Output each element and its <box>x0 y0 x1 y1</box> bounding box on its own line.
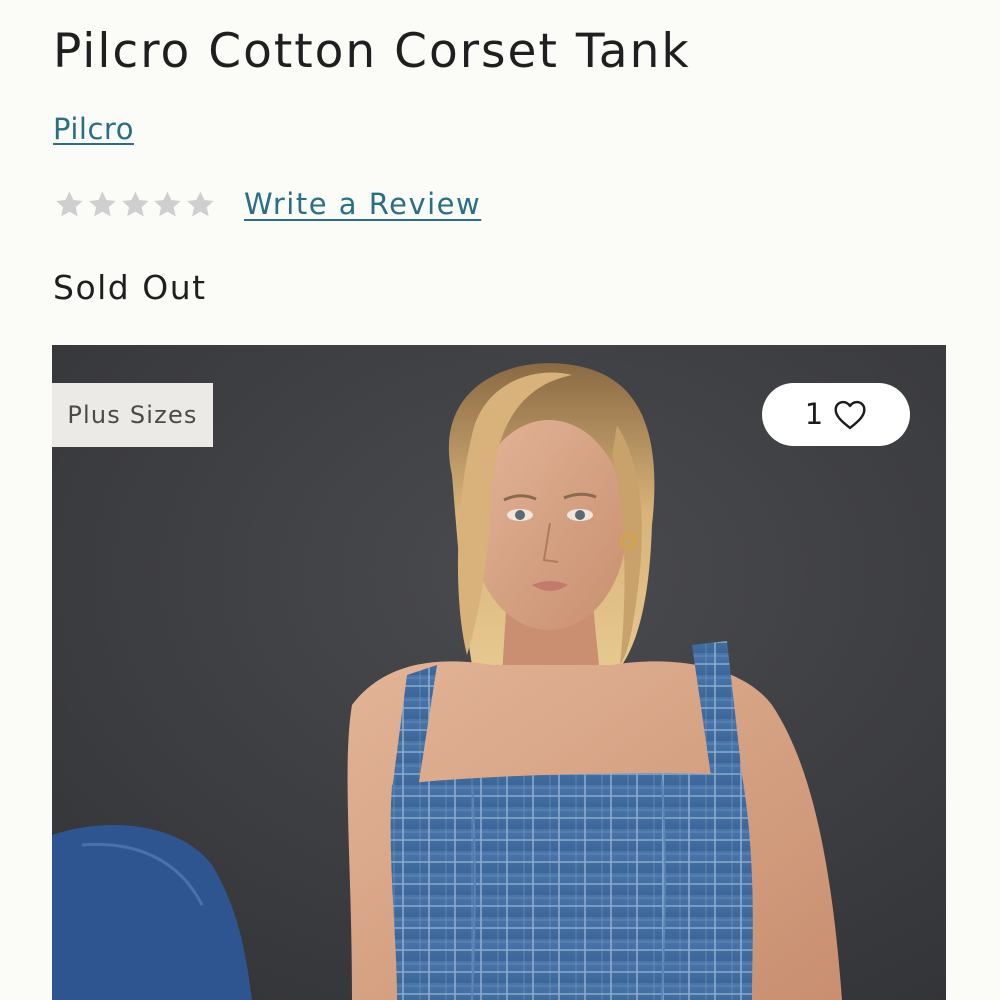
product-page: Pilcro Cotton Corset Tank Pilcro Write a… <box>0 0 1000 1000</box>
star-rating <box>53 188 217 221</box>
star-icon <box>121 191 149 216</box>
wishlist-button[interactable]: 1 <box>762 383 910 446</box>
star-icon <box>154 191 182 216</box>
write-review-link[interactable]: Write a Review <box>244 185 481 223</box>
brand-link[interactable]: Pilcro <box>53 110 134 148</box>
plus-sizes-badge: Plus Sizes <box>52 383 213 447</box>
product-image[interactable]: Plus Sizes 1 <box>52 345 946 1000</box>
heart-icon <box>833 400 867 430</box>
rating-row: Write a Review <box>53 180 481 228</box>
wishlist-count: 1 <box>804 397 824 431</box>
star-icon <box>187 191 214 216</box>
product-title: Pilcro Cotton Corset Tank <box>53 24 691 79</box>
star-icon <box>56 191 83 216</box>
star-icon <box>88 191 116 216</box>
availability-status: Sold Out <box>53 268 207 307</box>
